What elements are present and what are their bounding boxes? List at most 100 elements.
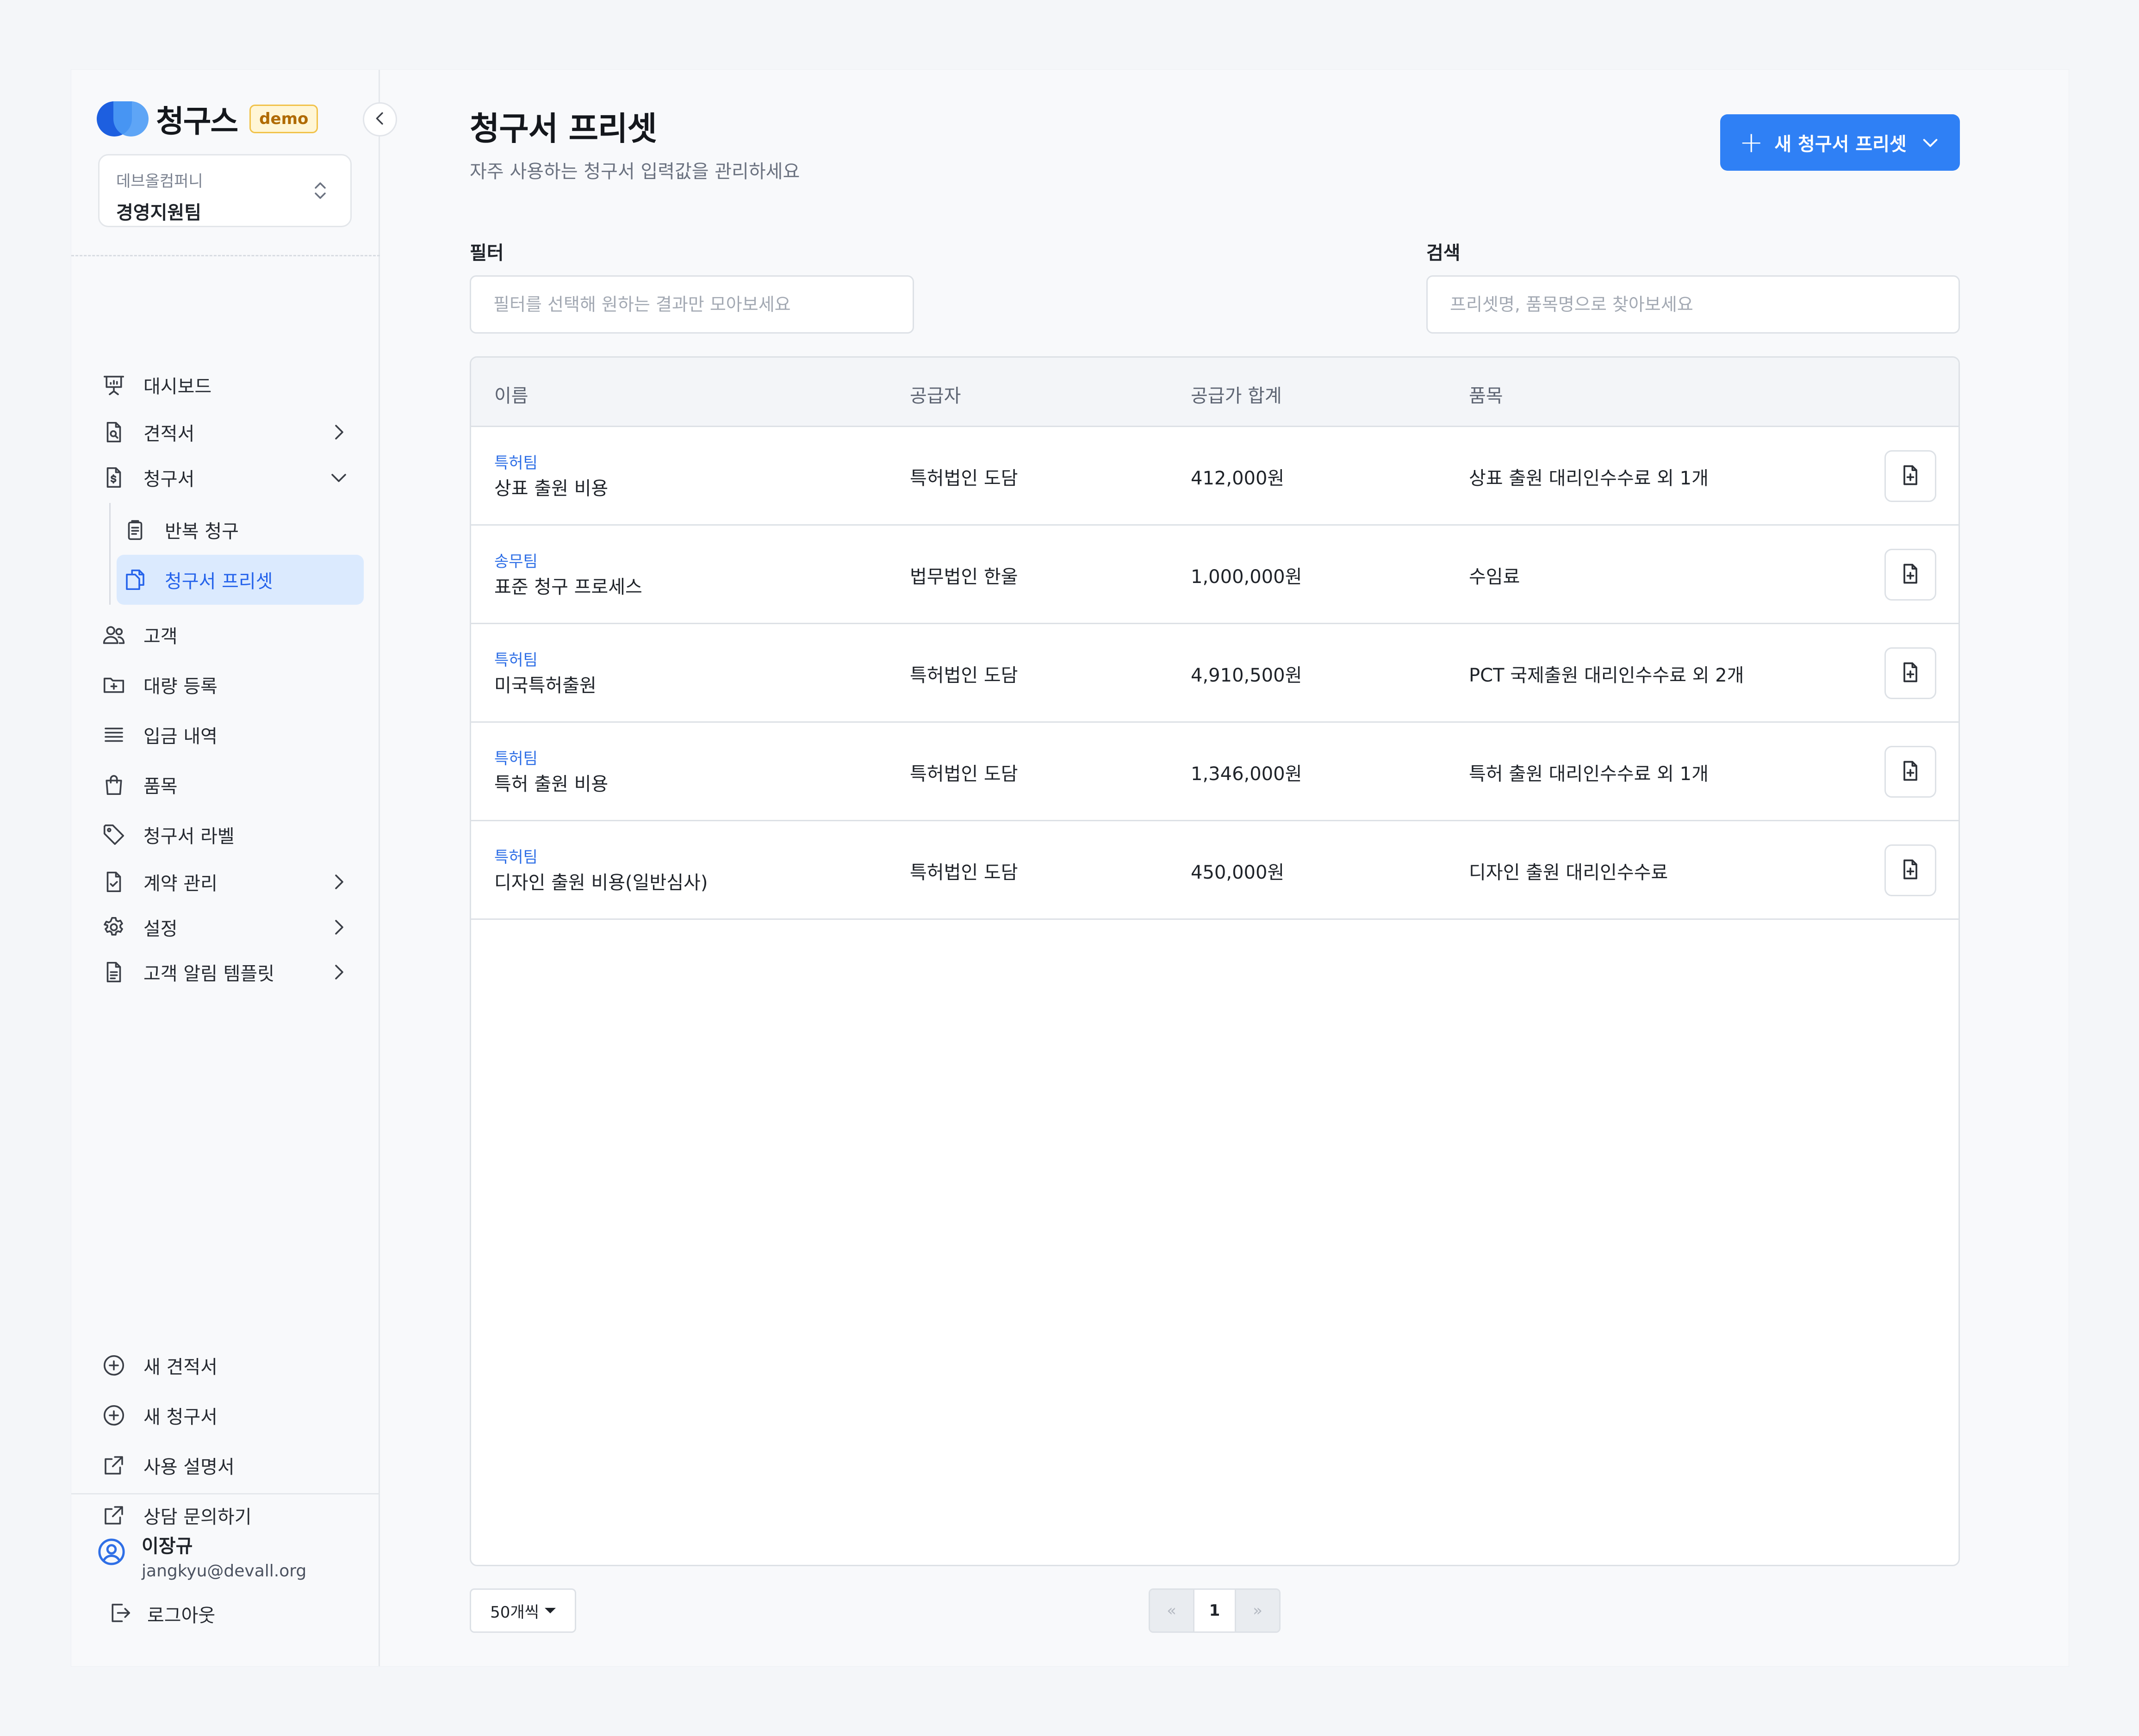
sidebar-label: 청구서 — [143, 469, 195, 490]
shortcut-new-invoice[interactable]: 새 청구서 — [95, 1390, 364, 1440]
tag-icon — [99, 820, 129, 849]
sidebar-label: 견적서 — [143, 423, 195, 445]
create-invoice-button[interactable] — [1884, 647, 1936, 699]
users-icon — [99, 620, 129, 650]
table-row[interactable]: 특허팀 디자인 출원 비용(일반심사) 특허법인 도담 450,000원 디자인… — [471, 821, 1959, 920]
shopping-bag-icon — [99, 770, 129, 800]
document-plus-icon — [1898, 463, 1922, 489]
sidebar-label: 새 청구서 — [143, 1407, 218, 1428]
preset-items: 수임료 — [1469, 566, 1520, 588]
sidebar-item-dashboard[interactable]: 대시보드 — [95, 360, 364, 410]
sidebar-label: 사용 설명서 — [143, 1457, 235, 1478]
table-row[interactable]: 특허팀 미국특허출원 특허법인 도담 4,910,500원 PCT 국제출원 대… — [471, 624, 1959, 723]
external-link-icon — [99, 1451, 129, 1480]
caret-down-icon — [544, 1608, 556, 1613]
document-dollar-icon — [99, 463, 129, 492]
shortcut-manual[interactable]: 사용 설명서 — [95, 1440, 364, 1490]
preset-tag: 특허팀 — [494, 848, 538, 867]
preset-total: 1,000,000원 — [1191, 566, 1302, 588]
per-page-value: 50개씩 — [490, 1603, 539, 1622]
preset-items: PCT 국제출원 대리인수수료 외 2개 — [1469, 665, 1744, 686]
sidebar-label: 청구서 라벨 — [143, 826, 235, 847]
sidebar-item-presets[interactable]: 청구서 프리셋 — [117, 555, 364, 605]
chevron-down-icon — [328, 466, 350, 490]
create-invoice-button[interactable] — [1884, 549, 1936, 601]
user-circle-icon — [95, 1536, 128, 1568]
sidebar-item-items[interactable]: 품목 — [95, 760, 364, 810]
sidebar-item-customers[interactable]: 고객 — [95, 610, 364, 660]
document-search-icon — [99, 417, 129, 447]
new-preset-button[interactable]: + 새 청구서 프리셋 — [1720, 114, 1960, 171]
filter-input[interactable] — [470, 275, 914, 334]
sidebar-item-settings[interactable]: 설정 — [95, 902, 364, 952]
document-text-icon — [99, 957, 129, 987]
folder-plus-icon — [99, 670, 129, 700]
preset-items: 특허 출원 대리인수수료 외 1개 — [1469, 763, 1709, 785]
preset-total: 1,346,000원 — [1191, 763, 1302, 785]
preset-supplier: 특허법인 도담 — [910, 763, 1018, 785]
sidebar-item-quotes[interactable]: 견적서 — [95, 407, 364, 457]
preset-supplier: 특허법인 도담 — [910, 468, 1018, 489]
user-email: jangkyu@devall.org — [142, 1562, 307, 1581]
column-header-supplier[interactable]: 공급자 — [910, 381, 961, 408]
pagination-page-current[interactable]: 1 — [1193, 1590, 1236, 1631]
org-team: 경영지원팀 — [116, 202, 201, 223]
column-header-name[interactable]: 이름 — [494, 381, 529, 408]
preset-name[interactable]: 특허 출원 비용 — [494, 769, 608, 796]
table-row[interactable]: 특허팀 특허 출원 비용 특허법인 도담 1,346,000원 특허 출원 대리… — [471, 723, 1959, 821]
sidebar-item-deposits[interactable]: 입금 내역 — [95, 710, 364, 760]
chevron-left-icon — [371, 109, 389, 130]
pagination-prev[interactable]: « — [1150, 1590, 1193, 1631]
pagination: « 1 » — [1149, 1588, 1281, 1633]
logout-icon — [107, 1600, 132, 1627]
sidebar-item-bulk[interactable]: 대량 등록 — [95, 660, 364, 710]
documents-duplicate-icon — [120, 565, 150, 595]
sidebar-item-recurring[interactable]: 반복 청구 — [117, 505, 364, 555]
clipboard-icon — [120, 515, 150, 545]
demo-badge: demo — [249, 105, 318, 133]
create-invoice-button[interactable] — [1884, 450, 1936, 502]
column-header-items[interactable]: 품목 — [1469, 381, 1503, 408]
preset-name[interactable]: 상표 출원 비용 — [494, 473, 608, 500]
shortcut-new-quote[interactable]: 새 견적서 — [95, 1340, 364, 1390]
preset-name[interactable]: 미국특허출원 — [494, 670, 597, 697]
create-invoice-button[interactable] — [1884, 746, 1936, 798]
chevron-right-icon — [328, 871, 350, 895]
logout-button[interactable]: 로그아웃 — [107, 1600, 215, 1627]
sidebar-label: 고객 — [143, 626, 178, 647]
sidebar-item-invoices[interactable]: 청구서 — [95, 453, 364, 502]
create-invoice-button[interactable] — [1884, 844, 1936, 896]
submenu-guide-line — [109, 503, 111, 605]
user-name: 이장규 — [142, 1536, 193, 1557]
brand[interactable]: 청구스 demo — [97, 97, 318, 141]
sidebar-label: 청구서 프리셋 — [165, 571, 273, 592]
chevron-right-icon — [328, 961, 350, 985]
chevron-right-icon — [328, 916, 350, 940]
sidebar-item-contracts[interactable]: 계약 관리 — [95, 857, 364, 907]
user-profile[interactable]: 이장규 jangkyu@devall.org — [95, 1531, 306, 1581]
per-page-select[interactable]: 50개씩 — [470, 1588, 576, 1633]
preset-name[interactable]: 표준 청구 프로세스 — [494, 572, 642, 599]
preset-total: 450,000원 — [1191, 862, 1285, 883]
table-row[interactable]: 송무팀 표준 청구 프로세스 법무법인 한울 1,000,000원 수임료 — [471, 526, 1959, 624]
sidebar-collapse-button[interactable] — [363, 102, 397, 136]
sidebar-item-labels[interactable]: 청구서 라벨 — [95, 810, 364, 860]
plus-circle-icon — [99, 1401, 129, 1430]
preset-name[interactable]: 디자인 출원 비용(일반심사) — [494, 868, 708, 894]
logout-label: 로그아웃 — [147, 1605, 216, 1626]
page-title: 청구서 프리셋 — [470, 110, 657, 148]
pagination-next[interactable]: » — [1236, 1590, 1279, 1631]
org-selector[interactable]: 데브올컴퍼니 경영지원팀 — [98, 154, 352, 227]
sidebar-label: 새 견적서 — [143, 1357, 218, 1378]
preset-supplier: 특허법인 도담 — [910, 665, 1018, 686]
table-row[interactable]: 특허팀 상표 출원 비용 특허법인 도담 412,000원 상표 출원 대리인수… — [471, 427, 1959, 526]
sidebar-label: 반복 청구 — [165, 521, 239, 542]
document-plus-icon — [1898, 857, 1922, 883]
sidebar-item-templates[interactable]: 고객 알림 템플릿 — [95, 947, 364, 997]
search-input[interactable] — [1426, 275, 1960, 334]
sidebar-label: 대시보드 — [143, 376, 212, 397]
brand-name: 청구스 — [156, 104, 238, 139]
presentation-chart-icon — [99, 370, 129, 400]
plus-icon: + — [1739, 125, 1764, 159]
column-header-total[interactable]: 공급가 합계 — [1191, 381, 1282, 408]
